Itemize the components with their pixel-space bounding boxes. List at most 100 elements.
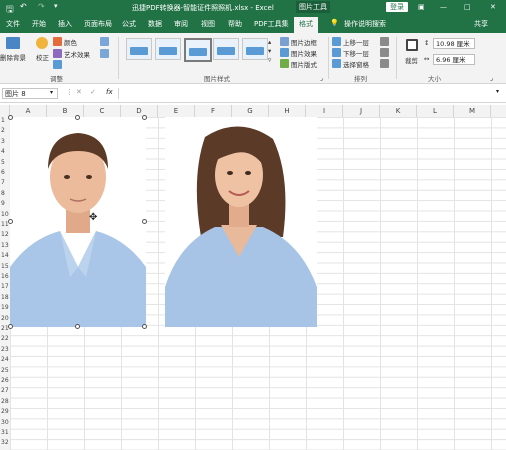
- quick-access-more-icon[interactable]: ▾: [54, 2, 58, 10]
- resize-handle-bottom-left[interactable]: [8, 324, 13, 329]
- column-header-m[interactable]: M: [454, 105, 491, 117]
- resize-handle-bottom[interactable]: [75, 324, 80, 329]
- formula-options-icon[interactable]: ⋮: [66, 88, 73, 96]
- row-header-32[interactable]: 32: [0, 439, 10, 446]
- row-header-5[interactable]: 5: [0, 159, 10, 166]
- row-header-30[interactable]: 30: [0, 419, 10, 426]
- row-header-4[interactable]: 4: [0, 148, 10, 155]
- row-header-20[interactable]: 20: [0, 315, 10, 322]
- row-header-10[interactable]: 10: [0, 211, 10, 218]
- send-backward-button[interactable]: 下移一层: [343, 48, 369, 58]
- remove-background-button[interactable]: 删除背景: [0, 52, 26, 62]
- tab-page-layout[interactable]: 页面布局: [84, 19, 112, 29]
- rotate-icon[interactable]: [380, 59, 389, 68]
- row-header-6[interactable]: 6: [0, 169, 10, 176]
- resize-handle-top-right[interactable]: [142, 115, 147, 120]
- row-header-19[interactable]: 19: [0, 304, 10, 311]
- column-header-c[interactable]: C: [84, 105, 121, 117]
- login-button[interactable]: 登录: [386, 2, 408, 12]
- resize-handle-top-left[interactable]: [8, 115, 13, 120]
- close-button[interactable]: ✕: [490, 3, 496, 11]
- row-header-16[interactable]: 16: [0, 273, 10, 280]
- color-icon[interactable]: [53, 37, 62, 46]
- styles-dialog-launcher-icon[interactable]: ⌟: [320, 74, 323, 82]
- redo-icon[interactable]: ↷: [38, 2, 45, 11]
- row-header-12[interactable]: 12: [0, 231, 10, 238]
- height-input[interactable]: 10.98 厘米: [433, 38, 475, 49]
- picture-border-button[interactable]: 图片边框: [291, 37, 317, 47]
- photo-man[interactable]: [10, 117, 146, 327]
- photo-woman[interactable]: [165, 117, 317, 327]
- ribbon-display-icon[interactable]: ▣: [418, 3, 425, 11]
- column-header-f[interactable]: F: [195, 105, 232, 117]
- picture-style-2[interactable]: [155, 38, 181, 60]
- share-button[interactable]: 共享: [474, 19, 488, 29]
- resize-handle-top[interactable]: [75, 115, 80, 120]
- column-header-e[interactable]: E: [158, 105, 195, 117]
- column-header-l[interactable]: L: [417, 105, 454, 117]
- picture-border-icon[interactable]: [280, 37, 289, 46]
- selection-pane-icon[interactable]: [332, 59, 341, 68]
- cancel-formula-icon[interactable]: ✕: [76, 88, 82, 96]
- group-icon[interactable]: [380, 48, 389, 57]
- insert-function-button[interactable]: fx: [106, 88, 113, 96]
- tab-formulas[interactable]: 公式: [122, 19, 136, 29]
- column-header-i[interactable]: I: [306, 105, 343, 117]
- column-header-k[interactable]: K: [380, 105, 417, 117]
- color-button[interactable]: 颜色: [64, 37, 77, 47]
- name-box-dropdown-icon[interactable]: ▾: [50, 89, 53, 96]
- row-header-24[interactable]: 24: [0, 356, 10, 363]
- styles-scroll-up-icon[interactable]: ▴: [268, 38, 271, 46]
- bring-forward-icon[interactable]: [332, 37, 341, 46]
- row-header-14[interactable]: 14: [0, 252, 10, 259]
- row-header-22[interactable]: 22: [0, 335, 10, 342]
- column-header-j[interactable]: J: [343, 105, 380, 117]
- row-header-17[interactable]: 17: [0, 283, 10, 290]
- row-header-9[interactable]: 9: [0, 200, 10, 207]
- tab-insert[interactable]: 插入: [58, 19, 72, 29]
- row-header-29[interactable]: 29: [0, 408, 10, 415]
- resize-handle-right[interactable]: [142, 219, 147, 224]
- align-icon[interactable]: [380, 37, 389, 46]
- confirm-formula-icon[interactable]: ✓: [90, 88, 96, 96]
- row-header-7[interactable]: 7: [0, 179, 10, 186]
- picture-style-3[interactable]: [184, 38, 212, 62]
- tab-pdf-tools[interactable]: PDF工具集: [254, 19, 289, 29]
- bring-forward-button[interactable]: 上移一层: [343, 37, 369, 47]
- picture-style-1[interactable]: [126, 38, 152, 60]
- compress-icon[interactable]: [53, 60, 62, 69]
- picture-layout-button[interactable]: 图片版式: [291, 59, 317, 69]
- styles-more-icon[interactable]: ▿: [268, 56, 271, 64]
- resize-handle-bottom-right[interactable]: [142, 324, 147, 329]
- styles-scroll-down-icon[interactable]: ▾: [268, 47, 271, 55]
- picture-layout-icon[interactable]: [280, 59, 289, 68]
- row-header-31[interactable]: 31: [0, 429, 10, 436]
- tab-review[interactable]: 审阅: [174, 19, 188, 29]
- width-input[interactable]: 6.96 厘米: [433, 54, 475, 65]
- row-header-15[interactable]: 15: [0, 263, 10, 270]
- row-header-8[interactable]: 8: [0, 190, 10, 197]
- row-header-27[interactable]: 27: [0, 387, 10, 394]
- picture-effects-icon[interactable]: [280, 48, 289, 57]
- resize-handle-left[interactable]: [8, 219, 13, 224]
- crop-button[interactable]: 裁剪: [405, 55, 418, 65]
- picture-style-4[interactable]: [213, 38, 239, 60]
- picture-style-5[interactable]: [242, 38, 268, 60]
- column-header-h[interactable]: H: [269, 105, 306, 117]
- expand-formula-icon[interactable]: ▾: [496, 88, 499, 95]
- art-effects-icon[interactable]: [53, 49, 62, 58]
- row-header-18[interactable]: 18: [0, 294, 10, 301]
- tab-data[interactable]: 数据: [148, 19, 162, 29]
- row-header-13[interactable]: 13: [0, 242, 10, 249]
- selection-pane-button[interactable]: 选择窗格: [343, 59, 369, 69]
- column-header-a[interactable]: A: [10, 105, 47, 117]
- send-backward-icon[interactable]: [332, 48, 341, 57]
- row-header-23[interactable]: 23: [0, 346, 10, 353]
- tell-me-search[interactable]: 操作说明搜索: [344, 19, 386, 29]
- row-header-3[interactable]: 3: [0, 138, 10, 145]
- maximize-button[interactable]: □: [464, 3, 471, 11]
- row-header-2[interactable]: 2: [0, 127, 10, 134]
- corrections-icon[interactable]: [36, 37, 48, 49]
- tab-help[interactable]: 帮助: [228, 19, 242, 29]
- minimize-button[interactable]: —: [440, 3, 447, 11]
